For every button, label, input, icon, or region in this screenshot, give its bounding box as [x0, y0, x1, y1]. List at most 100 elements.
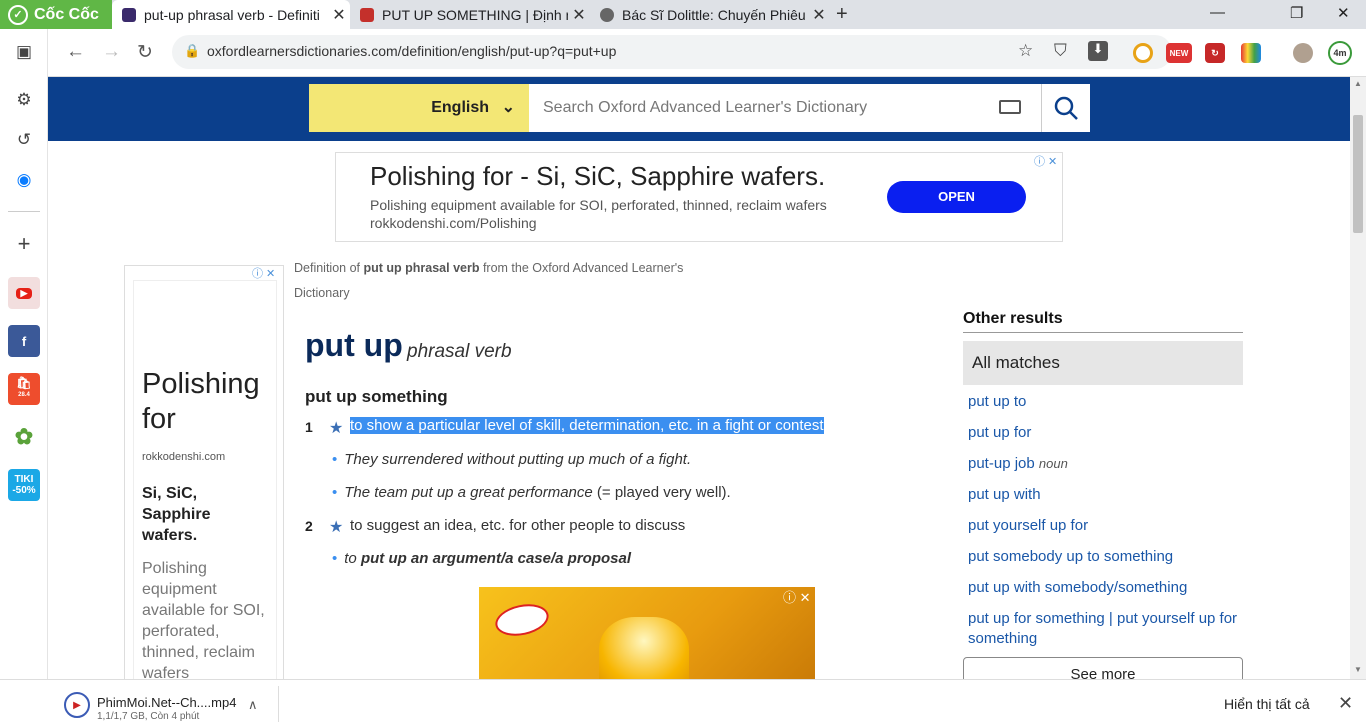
show-all-downloads-button[interactable]: Hiển thị tất cả: [1224, 696, 1310, 712]
result-link[interactable]: put up for something | put yourself up f…: [963, 609, 1243, 649]
red-ext-icon[interactable]: ↻: [1205, 43, 1225, 63]
search-button[interactable]: [1041, 84, 1090, 132]
messenger-icon[interactable]: ◉: [9, 165, 39, 195]
close-tab-icon[interactable]: ✕: [328, 5, 350, 25]
headword: put up: [305, 327, 403, 363]
side-ad-title[interactable]: Polishing for: [142, 367, 268, 437]
ad-description: Polishing equipment available for SOI, p…: [370, 197, 827, 213]
scroll-up-icon[interactable]: ▲: [1354, 79, 1362, 88]
sense-definition[interactable]: to suggest an idea, etc. for other peopl…: [350, 517, 685, 534]
url-text[interactable]: oxfordlearnersdictionaries.com/definitio…: [207, 43, 616, 59]
new-tab-icon[interactable]: +: [836, 3, 848, 26]
top-banner-ad[interactable]: ⓘ ✕ Polishing for - Si, SiC, Sapphire wa…: [335, 152, 1063, 242]
see-more-button[interactable]: See more: [963, 657, 1243, 679]
download-icon[interactable]: ⬇: [1088, 41, 1108, 61]
add-app-icon[interactable]: +: [9, 229, 39, 259]
chevron-up-icon[interactable]: ∧: [248, 697, 258, 713]
cambridge-favicon-icon: [360, 7, 374, 22]
sense-definition[interactable]: to show a particular level of skill, det…: [350, 417, 824, 434]
close-tab-icon[interactable]: ✕: [808, 5, 830, 25]
scroll-down-icon[interactable]: ▼: [1354, 665, 1362, 674]
result-text[interactable]: put-up job: [968, 455, 1035, 472]
minimize-icon[interactable]: —: [1210, 4, 1225, 21]
example-gloss: (= played very well).: [592, 484, 731, 501]
page-scrollbar[interactable]: ▲ ▼: [1350, 77, 1366, 679]
example-sentence: • to put up an argument/a case/a proposal: [332, 550, 632, 567]
ad-title[interactable]: Polishing for - Si, SiC, Sapphire wafers…: [370, 161, 825, 192]
oxford3000-star-icon[interactable]: ★: [329, 418, 343, 438]
source-term: put up phrasal verb: [363, 261, 480, 275]
side-ad-subtitle: Si, SiC, Sapphire wafers.: [142, 485, 211, 544]
ad-choices-icon[interactable]: ⓘ ✕: [252, 265, 275, 281]
close-window-icon[interactable]: ✕: [1337, 4, 1350, 22]
result-link[interactable]: put up with somebody/something: [963, 578, 1243, 598]
keyboard-icon[interactable]: [999, 100, 1021, 114]
sidebar-divider: [8, 211, 40, 212]
forward-arrow-icon[interactable]: →: [102, 41, 121, 63]
omnibox[interactable]: 🔒 oxfordlearnersdictionaries.com/definit…: [172, 35, 1172, 69]
reload-icon[interactable]: ↻: [137, 41, 153, 64]
shopee-icon[interactable]: 🛍 28.4: [8, 373, 40, 405]
oxford-favicon-icon: [122, 7, 136, 22]
result-link[interactable]: put somebody up to something: [963, 547, 1243, 567]
language-label: English: [431, 99, 489, 116]
result-link[interactable]: put yourself up for: [963, 516, 1243, 536]
youtube-icon[interactable]: ▶: [8, 277, 40, 309]
ad-choices-icon[interactable]: ⓘ ✕: [783, 587, 811, 606]
definition-source: Definition of put up phrasal verb from t…: [294, 256, 734, 306]
new-badge: NEW: [1169, 48, 1189, 58]
language-selector[interactable]: English ⌄: [309, 84, 529, 132]
download-divider: [278, 686, 279, 722]
shield-icon[interactable]: ⛉: [1054, 41, 1067, 61]
search-input[interactable]: Search Oxford Advanced Learner's Diction…: [543, 99, 867, 117]
example-text: They surrendered without putting up much…: [344, 451, 692, 468]
download-filename[interactable]: PhimMoi.Net--Ch....mp4: [97, 695, 236, 710]
beverage-ad-image[interactable]: ⓘ ✕: [479, 587, 815, 679]
example-sentence: • They surrendered without putting up muc…: [332, 451, 692, 468]
result-text[interactable]: put up for something | put yourself up f…: [968, 610, 1237, 647]
result-text[interactable]: put up for: [968, 424, 1031, 441]
result-text[interactable]: put somebody up to something: [968, 548, 1173, 565]
new-ext-icon[interactable]: NEW: [1166, 43, 1192, 63]
result-link[interactable]: put-up job noun: [963, 454, 1243, 474]
scrollbar-thumb[interactable]: [1353, 115, 1363, 233]
search-icon: [1054, 96, 1078, 120]
close-download-bar-icon[interactable]: ✕: [1338, 693, 1353, 714]
video-file-icon[interactable]: ▶: [64, 692, 90, 718]
lock-icon: 🔒: [184, 43, 201, 58]
close-tab-icon[interactable]: ✕: [568, 5, 590, 25]
tiki-icon[interactable]: TIKI -50%: [8, 469, 40, 501]
result-text[interactable]: put up with somebody/something: [968, 579, 1187, 596]
tiki-label: TIKI: [14, 474, 34, 485]
example-text: The team put up a great performance: [344, 484, 593, 501]
ad-choices-icon[interactable]: ⓘ ✕: [1034, 153, 1057, 169]
coccoc-leaf-icon[interactable]: ✿: [8, 421, 40, 453]
profile-avatar[interactable]: [1293, 43, 1313, 63]
result-text[interactable]: put yourself up for: [968, 517, 1088, 534]
side-ad-body: Polishing for rokkodenshi.com Si, SiC, S…: [133, 280, 277, 679]
oxford3000-star-icon[interactable]: ★: [329, 517, 343, 537]
timer-ext-icon[interactable]: 4m: [1328, 41, 1352, 65]
chevron-down-icon: ⌄: [501, 99, 515, 116]
maximize-icon[interactable]: ❐: [1290, 4, 1303, 22]
result-link[interactable]: put up for: [963, 423, 1243, 443]
facebook-icon[interactable]: f: [8, 325, 40, 357]
all-matches-header[interactable]: All matches: [963, 341, 1243, 385]
tab-oxford[interactable]: put-up phrasal verb - Definiti ✕: [112, 0, 350, 29]
settings-gear-icon[interactable]: ⚙: [9, 85, 39, 115]
coccoc-ext-icon[interactable]: [1133, 43, 1153, 63]
result-link[interactable]: put up with: [963, 485, 1243, 505]
tab-dolittle[interactable]: Bác Sĩ Dolittle: Chuyến Phiêu l ✕: [590, 0, 830, 29]
back-arrow-icon[interactable]: ←: [66, 41, 85, 63]
ad-open-button[interactable]: OPEN: [887, 181, 1026, 213]
result-link[interactable]: put up to: [963, 392, 1243, 412]
result-text[interactable]: put up to: [968, 393, 1026, 410]
color-ext-icon[interactable]: [1241, 43, 1261, 63]
coccoc-brand[interactable]: ✓ Cốc Cốc: [0, 0, 112, 29]
tab-cambridge[interactable]: PUT UP SOMETHING | Định n ✕: [350, 0, 590, 29]
side-banner-ad[interactable]: ⓘ ✕ Polishing for rokkodenshi.com Si, Si…: [124, 265, 284, 679]
result-text[interactable]: put up with: [968, 486, 1041, 503]
sidebar-toggle-icon[interactable]: ▣: [9, 37, 39, 67]
bookmark-star-icon[interactable]: ☆: [1018, 41, 1033, 61]
history-icon[interactable]: ↺: [9, 125, 39, 155]
